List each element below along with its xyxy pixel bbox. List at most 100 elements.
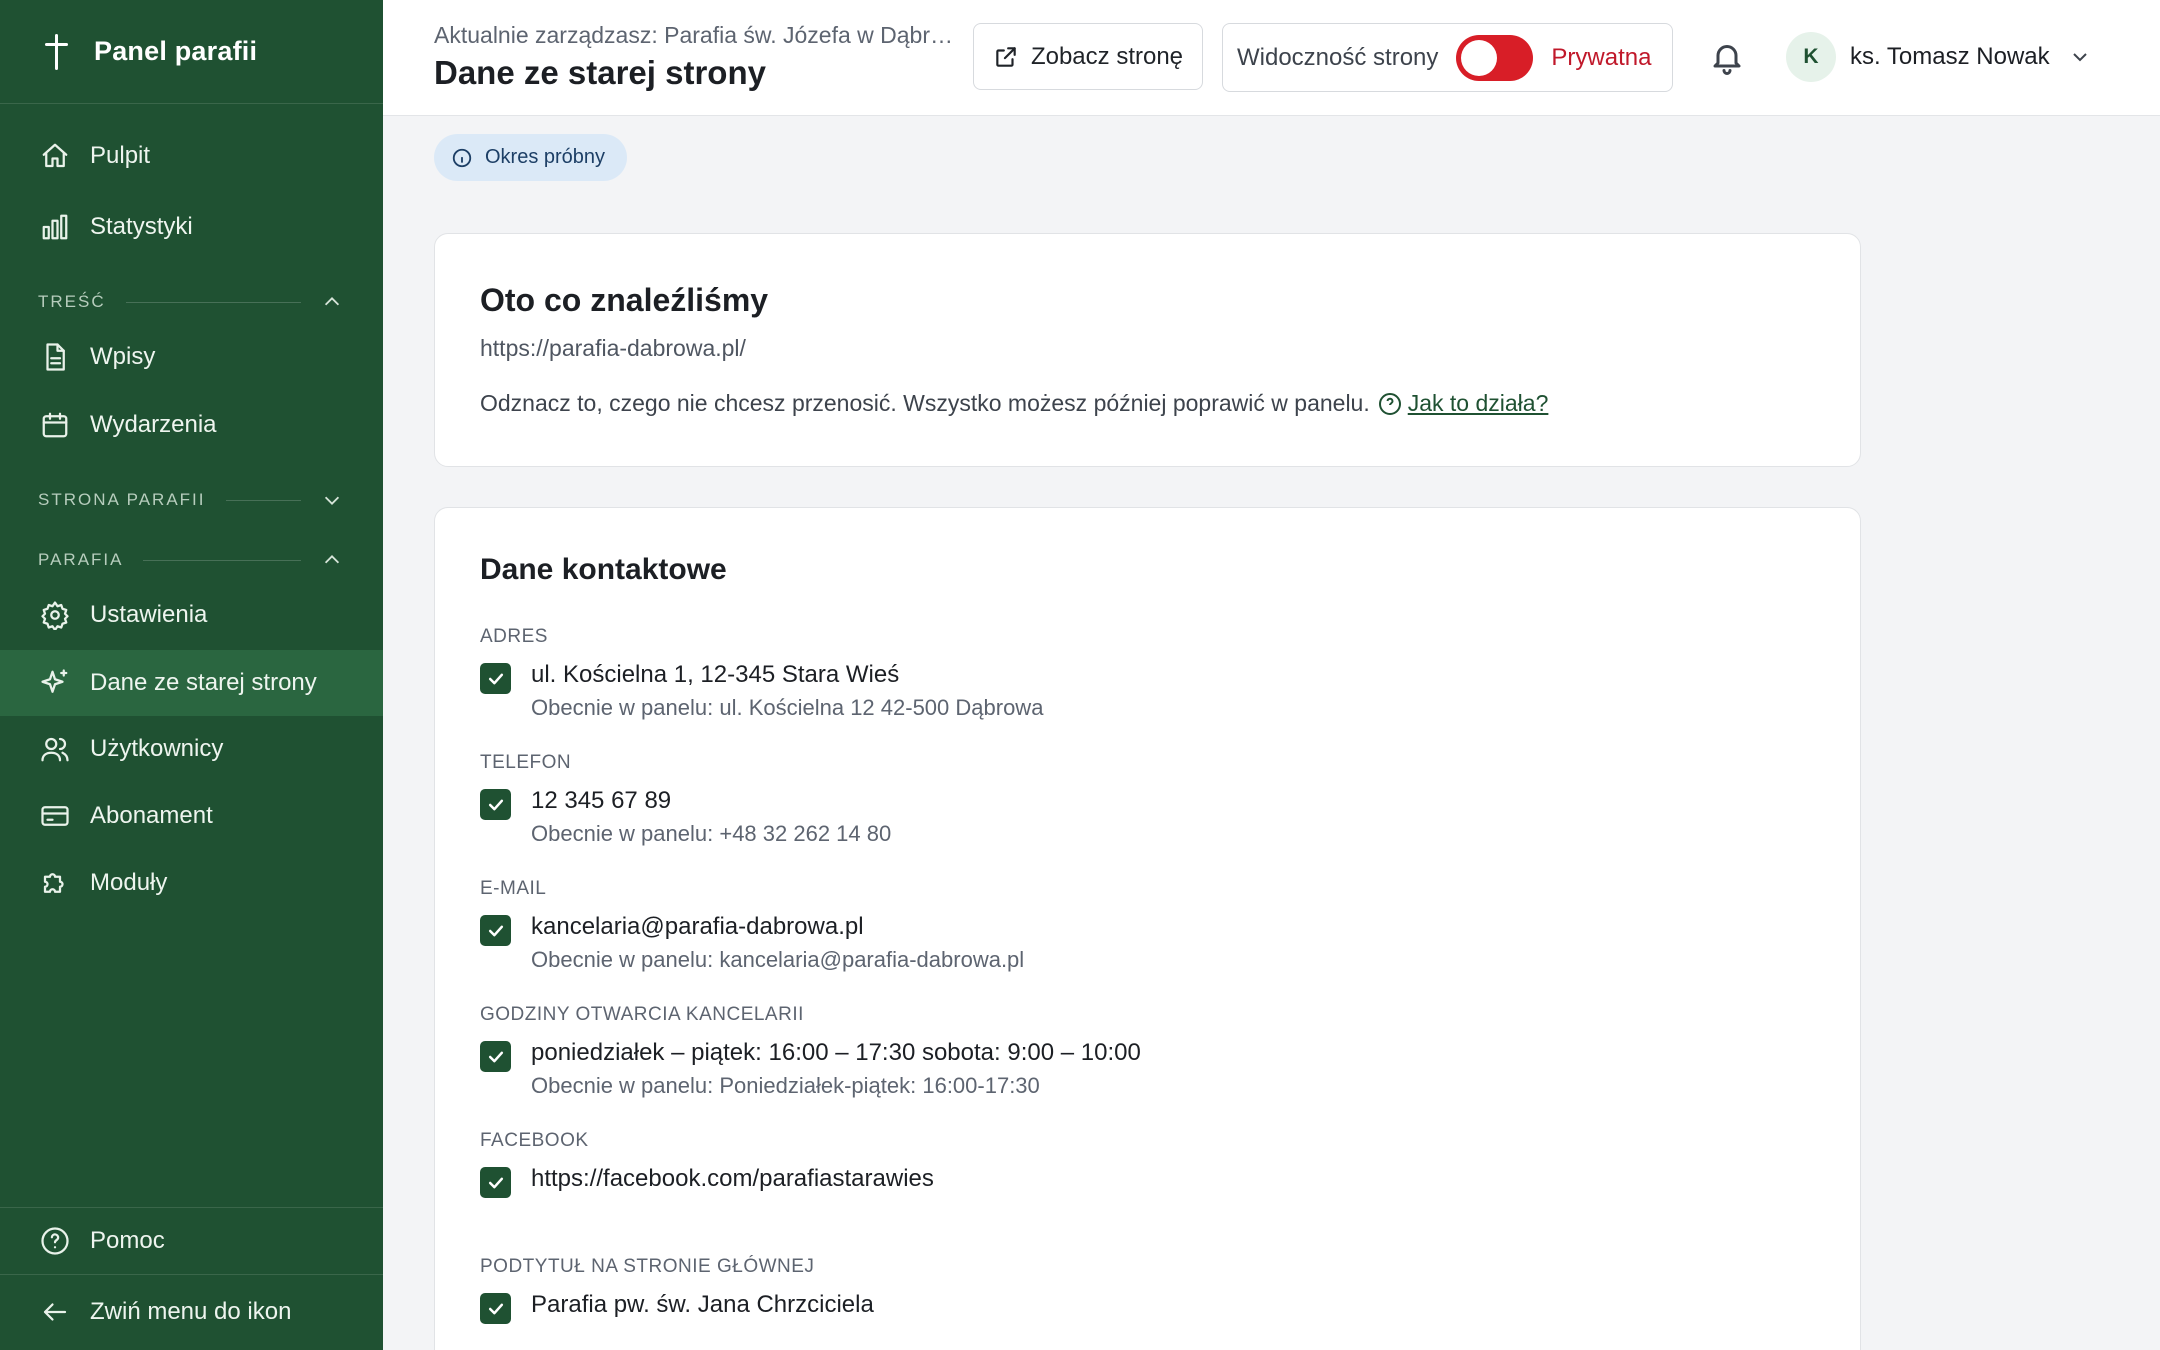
sidebar-item-events[interactable]: Wydarzenia — [0, 393, 383, 457]
brand[interactable]: Panel parafii — [0, 0, 383, 104]
field-phone: TELEFON 12 345 67 89 Obecnie w panelu: +… — [480, 752, 891, 850]
toggle-knob — [1461, 39, 1498, 76]
field-current: Obecnie w panelu: Poniedziałek-piątek: 1… — [531, 1073, 1040, 1098]
visibility-label: Widoczność strony — [1237, 43, 1439, 71]
collapse-menu-button[interactable]: Zwiń menu do ikon — [0, 1280, 383, 1344]
document-icon — [46, 343, 65, 371]
field-label: TELEFON — [480, 752, 572, 773]
field-value: ul. Kościelna 1, 12-345 Stara Wieś — [531, 661, 900, 688]
field-label: GODZINY OTWARCIA KANCELARII — [480, 1004, 804, 1025]
include-checkbox[interactable] — [480, 789, 511, 820]
section-divider — [125, 301, 301, 303]
gear-icon — [41, 601, 69, 630]
field-email: E-MAIL kancelaria@parafia-dabrowa.pl Obe… — [480, 878, 1024, 976]
visibility-toggle[interactable] — [1456, 34, 1534, 81]
field-label: ADRES — [480, 626, 548, 647]
sidebar-item-label: Pulpit — [90, 142, 151, 169]
user-name: ks. Tomasz Nowak — [1850, 43, 2050, 70]
sidebar-item-settings[interactable]: Ustawienia — [0, 583, 383, 647]
field-label: PODTYTUŁ NA STRONIE GŁÓWNEJ — [480, 1256, 815, 1277]
sidebar-item-subscription[interactable]: Abonament — [0, 784, 383, 848]
chevron-up-icon — [324, 555, 340, 564]
sidebar-divider — [0, 1274, 383, 1275]
include-checkbox[interactable] — [480, 1167, 511, 1198]
sidebar-item-label: Moduły — [90, 869, 168, 896]
field-current: Obecnie w panelu: ul. Kościelna 12 42-50… — [531, 695, 1044, 720]
include-checkbox[interactable] — [480, 1293, 511, 1324]
trial-badge: Okres próbny — [434, 134, 627, 181]
help-circle-icon — [41, 1227, 69, 1255]
sidebar-item-modules[interactable]: Moduły — [0, 851, 383, 915]
sidebar: Panel parafii Pulpit Statystyki TREŚĆ Wp… — [0, 0, 383, 1350]
section-divider — [143, 559, 301, 561]
view-site-button[interactable]: Zobacz stronę — [973, 23, 1203, 90]
collapse-menu-label: Zwiń menu do ikon — [90, 1298, 292, 1325]
users-icon — [41, 737, 69, 762]
visibility-status: Prywatna — [1551, 43, 1652, 71]
include-checkbox[interactable] — [480, 663, 511, 694]
how-it-works-link[interactable]: Jak to działa? — [1408, 390, 1549, 417]
field-homepage-subtitle: PODTYTUŁ NA STRONIE GŁÓWNEJ Parafia pw. … — [480, 1256, 874, 1324]
contact-card: Dane kontaktowe ADRES ul. Kościelna 1, 1… — [434, 507, 1861, 1350]
sidebar-item-label: Wydarzenia — [90, 411, 217, 438]
section-site[interactable]: STRONA PARAFII — [38, 488, 343, 512]
sidebar-item-label: Ustawienia — [90, 601, 208, 628]
topbar: Aktualnie zarządzasz: Parafia św. Józefa… — [383, 0, 2160, 116]
sidebar-item-statistics[interactable]: Statystyki — [0, 195, 383, 259]
site-visibility: Widoczność strony Prywatna — [1222, 23, 1673, 92]
bar-chart-icon — [42, 214, 68, 240]
notifications-button[interactable] — [1709, 38, 1745, 76]
sidebar-item-label: Statystyki — [90, 213, 193, 240]
check-icon — [488, 925, 503, 936]
section-label: STRONA PARAFII — [38, 490, 206, 509]
field-address: ADRES ul. Kościelna 1, 12-345 Stara Wieś… — [480, 626, 1043, 724]
contact-title: Dane kontaktowe — [480, 553, 727, 586]
current-parish: Aktualnie zarządzasz: Parafia św. Józefa… — [434, 22, 964, 48]
section-label: TREŚĆ — [38, 292, 106, 311]
field-current: Obecnie w panelu: kancelaria@parafia-dab… — [531, 947, 1025, 972]
view-site-label: Zobacz stronę — [1030, 42, 1184, 70]
sidebar-item-label: Abonament — [90, 802, 213, 829]
chevron-down-icon — [2072, 53, 2087, 62]
external-link-icon — [996, 46, 1016, 67]
section-divider — [225, 499, 301, 501]
home-icon — [42, 143, 68, 168]
field-facebook: FACEBOOK https://facebook.com/parafiasta… — [480, 1130, 934, 1198]
user-menu[interactable]: K ks. Tomasz Nowak — [1786, 32, 2092, 82]
section-content[interactable]: TREŚĆ — [38, 290, 343, 314]
check-icon — [488, 1303, 503, 1314]
sidebar-item-old-site-data[interactable]: Dane ze starej strony — [0, 650, 383, 716]
check-icon — [488, 799, 503, 810]
sidebar-divider — [0, 1207, 383, 1208]
field-office-hours: GODZINY OTWARCIA KANCELARII poniedziałek… — [480, 1004, 1141, 1102]
field-value: https://facebook.com/parafiastarawies — [531, 1165, 934, 1192]
field-value: kancelaria@parafia-dabrowa.pl — [531, 913, 864, 940]
sidebar-item-users[interactable]: Użytkownicy — [0, 717, 383, 781]
include-checkbox[interactable] — [480, 915, 511, 946]
check-icon — [488, 673, 503, 684]
field-label: FACEBOOK — [480, 1130, 589, 1151]
section-parish[interactable]: PARAFIA — [38, 548, 343, 572]
sidebar-item-label: Dane ze starej strony — [90, 669, 317, 696]
sidebar-item-label: Wpisy — [90, 343, 156, 370]
instructions-text: Odznacz to, czego nie chcesz przenosić. … — [480, 390, 1370, 416]
calendar-icon — [42, 412, 68, 438]
sidebar-item-label: Pomoc — [90, 1227, 165, 1254]
section-label: PARAFIA — [38, 550, 124, 569]
check-icon — [488, 1177, 503, 1188]
sidebar-item-posts[interactable]: Wpisy — [0, 325, 383, 389]
found-card: Oto co znaleźliśmy https://parafia-dabro… — [434, 233, 1861, 467]
sidebar-item-help[interactable]: Pomoc — [0, 1209, 383, 1273]
credit-card-icon — [41, 806, 69, 826]
sparkles-icon — [41, 669, 68, 693]
cross-icon — [44, 33, 70, 70]
sidebar-item-dashboard[interactable]: Pulpit — [0, 124, 383, 188]
avatar: K — [1786, 32, 1836, 82]
page-title: Dane ze starej strony — [434, 54, 766, 91]
include-checkbox[interactable] — [480, 1041, 511, 1072]
old-site-url: https://parafia-dabrowa.pl/ — [480, 335, 746, 361]
brand-title: Panel parafii — [94, 36, 258, 66]
field-value: Parafia pw. św. Jana Chrzciciela — [531, 1291, 874, 1318]
field-value: 12 345 67 89 — [531, 787, 672, 814]
bell-icon — [1713, 45, 1741, 75]
